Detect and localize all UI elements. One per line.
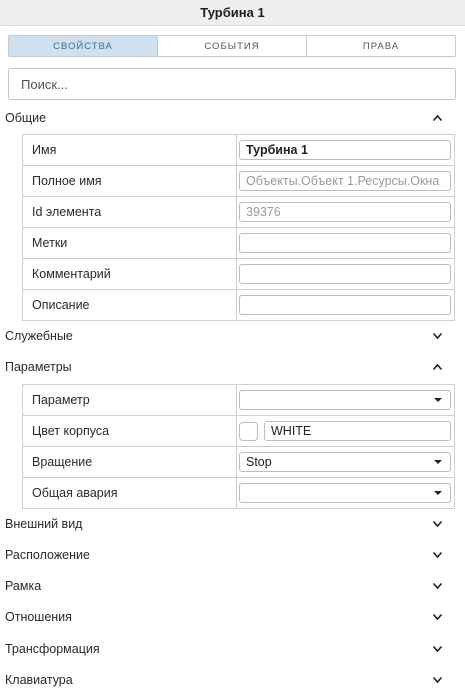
chevron-up-icon[interactable]	[431, 361, 443, 373]
caret-down-icon	[434, 398, 442, 402]
section-service-label: Служебные	[5, 329, 73, 343]
chevron-down-icon[interactable]	[431, 674, 443, 686]
prop-label-alarm: Общая авария	[23, 478, 237, 508]
rotation-select-value: Stop	[246, 455, 272, 469]
section-location-label: Расположение	[5, 548, 90, 562]
color-swatch[interactable]	[239, 421, 258, 441]
chevron-down-icon[interactable]	[431, 518, 443, 530]
prop-label-rotation: Вращение	[23, 447, 237, 477]
caret-down-icon	[434, 491, 442, 495]
section-params-label: Параметры	[5, 360, 72, 374]
description-field[interactable]	[239, 295, 451, 315]
prop-label-full-name: Полное имя	[23, 166, 237, 196]
section-frame-header[interactable]: Рамка	[0, 576, 465, 596]
tags-field[interactable]	[239, 233, 451, 253]
params-properties-grid: Параметр Цвет корпуса Вращение Stop Обща…	[22, 384, 455, 509]
general-properties-grid: Имя Полное имя Объекты.Объект 1.Ресурсы.…	[22, 134, 455, 321]
chevron-up-icon[interactable]	[431, 112, 443, 124]
section-params-header[interactable]: Параметры	[0, 357, 465, 377]
chevron-down-icon[interactable]	[431, 611, 443, 623]
id-field: 39376	[239, 202, 451, 222]
prop-row-full-name: Полное имя Объекты.Объект 1.Ресурсы.Окна	[23, 166, 454, 197]
tab-rights[interactable]: ПРАВА	[307, 36, 455, 56]
prop-row-description: Описание	[23, 290, 454, 321]
parameter-select[interactable]	[239, 390, 451, 410]
prop-row-alarm: Общая авария	[23, 478, 454, 509]
prop-row-comment: Комментарий	[23, 259, 454, 290]
rotation-select[interactable]: Stop	[239, 452, 451, 472]
tab-properties[interactable]: СВОЙСТВА	[9, 36, 158, 56]
section-relations-label: Отношения	[5, 610, 72, 624]
prop-label-description: Описание	[23, 290, 237, 320]
chevron-down-icon[interactable]	[431, 580, 443, 592]
section-general-label: Общие	[5, 111, 47, 125]
comment-field[interactable]	[239, 264, 451, 284]
section-appearance-header[interactable]: Внешний вид	[0, 514, 465, 534]
section-service-header[interactable]: Служебные	[0, 326, 465, 346]
prop-row-tags: Метки	[23, 228, 454, 259]
name-field[interactable]	[239, 140, 451, 160]
section-keyboard-label: Клавиатура	[5, 673, 73, 687]
prop-row-rotation: Вращение Stop	[23, 447, 454, 478]
section-transform-label: Трансформация	[5, 642, 100, 656]
caret-down-icon	[434, 460, 442, 464]
prop-label-body-color: Цвет корпуса	[23, 416, 237, 446]
chevron-down-icon[interactable]	[431, 643, 443, 655]
prop-row-id: Id элемента 39376	[23, 197, 454, 228]
section-appearance-label: Внешний вид	[5, 517, 83, 531]
section-keyboard-header[interactable]: Клавиатура	[0, 670, 465, 690]
panel-title: Турбина 1	[0, 0, 465, 26]
prop-label-id: Id элемента	[23, 197, 237, 227]
body-color-field[interactable]	[264, 421, 451, 441]
alarm-select[interactable]	[239, 483, 451, 503]
section-location-header[interactable]: Расположение	[0, 545, 465, 565]
prop-row-name: Имя	[23, 135, 454, 166]
section-relations-header[interactable]: Отношения	[0, 607, 465, 627]
tab-events[interactable]: СОБЫТИЯ	[158, 36, 307, 56]
chevron-down-icon[interactable]	[431, 330, 443, 342]
prop-label-parameter: Параметр	[23, 385, 237, 415]
chevron-down-icon[interactable]	[431, 549, 443, 561]
section-frame-label: Рамка	[5, 579, 42, 593]
search-input[interactable]	[8, 68, 456, 100]
prop-label-name: Имя	[23, 135, 237, 165]
prop-row-body-color: Цвет корпуса	[23, 416, 454, 447]
tab-bar: СВОЙСТВА СОБЫТИЯ ПРАВА	[8, 35, 456, 57]
prop-label-tags: Метки	[23, 228, 237, 258]
section-general-header[interactable]: Общие	[0, 108, 465, 128]
prop-label-comment: Комментарий	[23, 259, 237, 289]
prop-row-parameter: Параметр	[23, 385, 454, 416]
section-transform-header[interactable]: Трансформация	[0, 639, 465, 659]
full-name-field: Объекты.Объект 1.Ресурсы.Окна	[239, 171, 451, 191]
